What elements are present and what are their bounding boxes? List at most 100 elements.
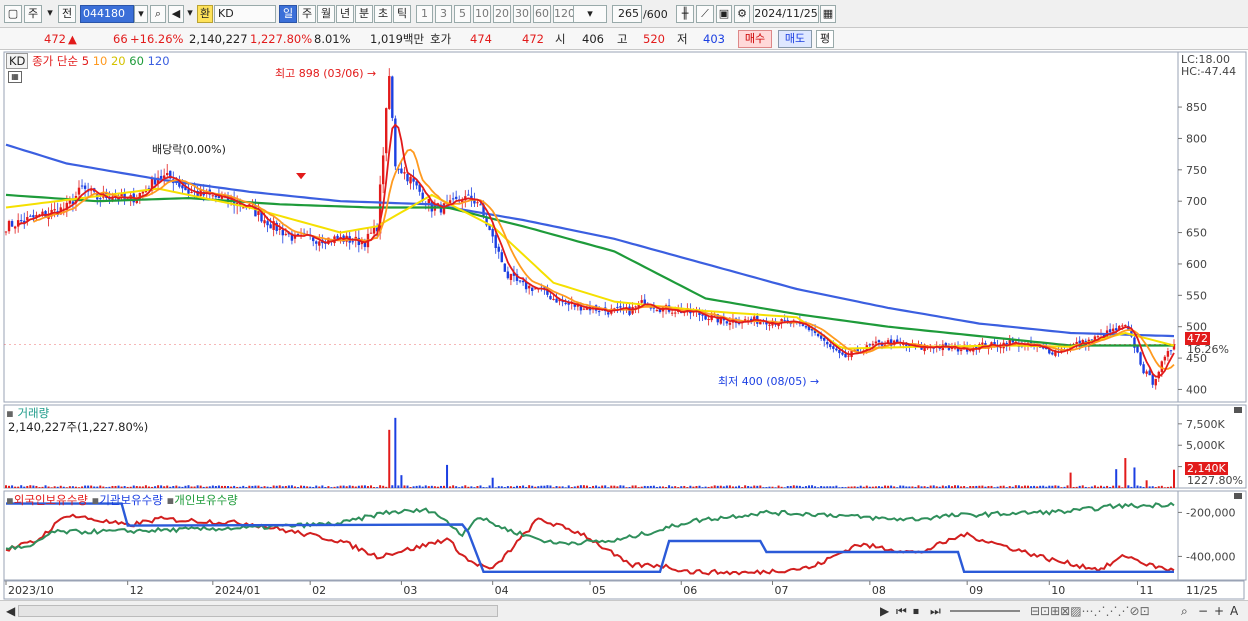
candle-body-359	[1096, 336, 1100, 338]
sell-button[interactable]: 매도	[778, 30, 812, 48]
volume-bar-325	[993, 487, 996, 488]
play-icon[interactable]: ▶	[880, 604, 889, 618]
candle-type-icon[interactable]: ╫	[676, 5, 694, 23]
candle-body-321	[981, 342, 984, 345]
candle-body-86	[266, 221, 269, 226]
scroll-left-icon[interactable]: ◀	[6, 604, 15, 618]
volume-bar-357	[1090, 486, 1093, 488]
candle-body-21	[68, 200, 72, 204]
timeframe-tab-5[interactable]: 초	[374, 5, 392, 23]
volume-bar-307	[938, 486, 941, 488]
volume-bar-31	[99, 485, 102, 488]
search-icon[interactable]: ⌕	[150, 5, 166, 23]
buy-button[interactable]: 매수	[738, 30, 772, 48]
volume-bar-347	[1060, 487, 1063, 488]
interval-button-0[interactable]: 1	[416, 5, 433, 23]
zoom-out-icon[interactable]: −	[1198, 604, 1208, 618]
candle-body-367	[1121, 325, 1124, 327]
volume-bar-167	[512, 486, 515, 488]
volume-bar-312	[954, 485, 956, 488]
timeframe-tab-0[interactable]: 일	[279, 5, 297, 23]
prev-button[interactable]: 전	[58, 5, 76, 23]
candle-body-155	[476, 202, 479, 204]
x-axis-label-8: 07	[775, 584, 789, 597]
forward-icon[interactable]: ⏭	[930, 604, 941, 619]
candle-body-78	[242, 207, 245, 209]
volume-bar-344	[1051, 485, 1054, 488]
volume-bar-181	[555, 486, 558, 488]
x-axis-label-10: 09	[969, 584, 983, 597]
eval-button[interactable]: 평	[816, 30, 834, 48]
interval-custom-select[interactable]: ▾	[573, 5, 607, 23]
volume-bar-87	[269, 486, 272, 488]
volume-bar-319	[975, 485, 978, 488]
timeframe-tab-1[interactable]: 주	[298, 5, 316, 23]
volume-bar-194	[595, 485, 598, 488]
chevron-down-icon[interactable]: ▾	[44, 5, 56, 23]
interval-button-2[interactable]: 5	[454, 5, 471, 23]
interval-button-4[interactable]: 20	[493, 5, 511, 23]
indicator-icon[interactable]: ⟋	[696, 5, 714, 23]
bullet-icon: ▪	[6, 406, 14, 420]
save-icon[interactable]: ▣	[716, 5, 732, 23]
date-input[interactable]: 2024/11/25	[753, 5, 819, 23]
volume-bar-11	[38, 487, 41, 488]
volume-bar-383	[1169, 486, 1172, 488]
volume-bar-271	[829, 486, 832, 488]
speaker-dropdown-icon[interactable]: ▾	[185, 5, 195, 23]
volume-bar-283	[865, 485, 868, 488]
volume-bar-185	[567, 485, 570, 488]
volume-bar-278	[850, 486, 853, 488]
rewind-icon[interactable]: ⏮	[896, 604, 907, 619]
speaker-icon[interactable]: ◀	[168, 5, 184, 23]
x-axis-label-9: 08	[872, 584, 886, 597]
panel-collapse-icon-0	[1234, 407, 1242, 413]
interval-button-3[interactable]: 10	[473, 5, 491, 23]
volume-bar-381	[1163, 487, 1166, 488]
interval-button-6[interactable]: 60	[533, 5, 551, 23]
zoom-in-icon[interactable]: +	[1214, 604, 1224, 618]
scrollbar-track[interactable]	[18, 605, 498, 617]
layout-icon[interactable]: ▢	[4, 5, 22, 23]
volume-bar-81	[251, 485, 254, 488]
font-size-icon[interactable]: A	[1230, 604, 1238, 618]
volume-bar-63	[196, 485, 199, 488]
volume-bar-362	[1106, 485, 1109, 488]
timeframe-tab-3[interactable]: 년	[336, 5, 354, 23]
candle-body-202	[619, 306, 622, 308]
stop-icon[interactable]: ⏹	[913, 604, 919, 619]
volume-bar-184	[564, 487, 567, 488]
interval-button-7[interactable]: 120	[553, 5, 575, 23]
timeframe-tab-6[interactable]: 틱	[393, 5, 411, 23]
period-select[interactable]: 주	[24, 5, 42, 23]
volume-bar-365	[1115, 469, 1118, 488]
table-icon[interactable]: ▦	[8, 71, 22, 83]
volume-bar-363	[1109, 486, 1112, 488]
timeframe-tab-4[interactable]: 분	[355, 5, 373, 23]
volume-bar-306	[935, 486, 938, 488]
interval-button-1[interactable]: 3	[435, 5, 452, 23]
candle-body-269	[823, 337, 826, 341]
volume-bar-94	[290, 485, 293, 488]
timeframe-tab-2[interactable]: 월	[317, 5, 335, 23]
volume-bar-239	[731, 486, 734, 488]
volume-bar-143	[439, 485, 442, 488]
volume-bar-314	[960, 486, 963, 488]
volume-bar-282	[862, 486, 865, 488]
interval-button-5[interactable]: 30	[513, 5, 531, 23]
zoom-slider[interactable]	[950, 610, 1020, 612]
stock-chart[interactable]: 8508007507006506005505004504007,500K5,00…	[0, 50, 1248, 600]
volume-bar-84	[260, 486, 263, 488]
zoom-search-icon[interactable]: ⌕	[1181, 604, 1188, 619]
count-input[interactable]: 265	[612, 5, 642, 23]
candle-body-132	[406, 173, 409, 182]
stock-code-input[interactable]: 044180	[80, 5, 134, 23]
code-dropdown-icon[interactable]: ▾	[134, 5, 148, 23]
volume-bar-53	[166, 485, 169, 488]
price-change-pct: +16.26%	[130, 32, 184, 46]
calendar-icon[interactable]: ▦	[820, 5, 836, 23]
volume-bar-60	[187, 485, 190, 488]
settings-icon[interactable]: ⚙	[734, 5, 750, 23]
volume-bar-251	[768, 486, 771, 488]
tools-icons[interactable]: ⊟⊡⊞⊠▨⋯⋰⋰⋰⊘⊡	[1030, 604, 1150, 618]
